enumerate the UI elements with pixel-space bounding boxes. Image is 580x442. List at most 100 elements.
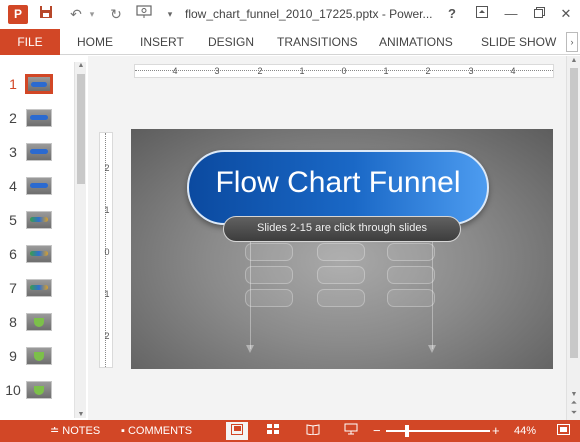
thumbnail-image[interactable]	[26, 211, 52, 229]
ruler-label: 2	[257, 66, 263, 76]
editor-scrollbar[interactable]: ▲ ▼ ⏶ ⏷	[566, 56, 580, 420]
ruler-label: 1	[383, 66, 389, 76]
thumbnail-image[interactable]	[25, 74, 53, 94]
zoom-slider-handle[interactable]	[405, 425, 409, 437]
next-slide-icon[interactable]: ⏷	[567, 408, 580, 418]
minimize-icon[interactable]: —	[500, 4, 522, 24]
diagram-shape[interactable]	[317, 289, 365, 307]
help-icon[interactable]: ?	[441, 4, 463, 24]
zoom-level[interactable]: 44%	[514, 420, 536, 442]
tab-slide-show[interactable]: SLIDE SHOW	[481, 29, 556, 55]
ruler-label: 0	[104, 247, 110, 257]
ribbon-display-icon[interactable]	[471, 4, 493, 24]
close-icon[interactable]: ✕	[555, 4, 577, 24]
slideshow-icon[interactable]	[340, 422, 362, 440]
ruler-label: 1	[104, 289, 110, 299]
diagram-shape[interactable]	[387, 243, 435, 261]
ruler-label: 4	[510, 66, 516, 76]
powerpoint-window: P ↶ ▾ ↻ ▾ flow_chart_funnel_2010_17225.p…	[0, 0, 580, 442]
thumbnail-slide-4[interactable]: 4	[0, 172, 72, 202]
fit-slide-icon[interactable]	[552, 422, 574, 440]
thumbnail-slide-6[interactable]: 6	[0, 240, 72, 270]
notes-icon: ≐	[50, 425, 60, 437]
zoom-slider[interactable]	[386, 430, 490, 432]
scrollbar-thumb[interactable]	[570, 68, 578, 358]
thumbnail-slide-10[interactable]: 10	[0, 376, 72, 406]
thumbnail-slide-2[interactable]: 2	[0, 104, 72, 134]
ruler-label: 2	[425, 66, 431, 76]
window-title: flow_chart_funnel_2010_17225.pptx - Powe…	[185, 7, 433, 21]
diagram-shape[interactable]	[245, 243, 293, 261]
tab-file[interactable]: FILE	[0, 29, 60, 55]
redo-icon[interactable]: ↻	[106, 5, 126, 24]
slide-subtitle[interactable]: Slides 2-15 are click through slides	[224, 222, 460, 234]
slide-canvas[interactable]: Flow Chart Funnel Slides 2-15 are click …	[131, 129, 553, 369]
undo-dropdown-icon[interactable]: ▾	[82, 5, 102, 24]
thumbnail-slide-8[interactable]: 8	[0, 308, 72, 338]
diagram-shape[interactable]	[317, 243, 365, 261]
diagram-shape[interactable]	[317, 266, 365, 284]
normal-view-button[interactable]	[226, 422, 248, 440]
scroll-down-icon[interactable]: ▼	[567, 391, 580, 398]
title-placeholder[interactable]: Flow Chart Funnel	[187, 150, 489, 225]
diagram-shape[interactable]	[387, 266, 435, 284]
ruler-label: 2	[104, 163, 110, 173]
subtitle-placeholder[interactable]: Slides 2-15 are click through slides	[223, 216, 461, 242]
notes-button[interactable]: ≐ NOTES	[50, 420, 100, 442]
restore-icon[interactable]	[528, 4, 550, 24]
thumbnail-image[interactable]	[26, 109, 52, 127]
thumbnail-image[interactable]	[26, 381, 52, 399]
ruler-label: 1	[104, 205, 110, 215]
arrow-down-icon	[428, 345, 436, 353]
slide-sorter-icon[interactable]	[262, 422, 284, 440]
thumbnail-image[interactable]	[26, 245, 52, 263]
diagram-shape[interactable]	[245, 289, 293, 307]
thumbnail-number: 9	[9, 348, 17, 364]
thumbnail-slide-5[interactable]: 5	[0, 206, 72, 236]
tab-design[interactable]: DESIGN	[208, 29, 254, 55]
tab-insert[interactable]: INSERT	[140, 29, 184, 55]
thumbnail-number: 7	[9, 280, 17, 296]
thumbnail-number: 6	[9, 246, 17, 262]
scroll-up-icon[interactable]: ▲	[567, 57, 580, 64]
zoom-out-button[interactable]: −	[373, 420, 381, 442]
zoom-in-button[interactable]: +	[492, 420, 500, 442]
powerpoint-icon[interactable]: P	[8, 5, 28, 24]
tab-animations[interactable]: ANIMATIONS	[379, 29, 453, 55]
thumbnail-slide-9[interactable]: 9	[0, 342, 72, 372]
thumbnail-image[interactable]	[26, 177, 52, 195]
tab-home[interactable]: HOME	[77, 29, 113, 55]
thumbnail-number: 5	[9, 212, 17, 228]
diagram-shape[interactable]	[245, 266, 293, 284]
thumbnail-image[interactable]	[26, 143, 52, 161]
status-bar: ≐ NOTES ▪ COMMENTS − + 44%	[0, 420, 580, 442]
thumbnail-number: 2	[9, 110, 17, 126]
thumbnail-number: 1	[9, 76, 17, 92]
thumbnail-image[interactable]	[26, 313, 52, 331]
ruler-label: 2	[104, 331, 110, 341]
thumbnail-image[interactable]	[26, 347, 52, 365]
ribbon-tabs: FILE HOME INSERT DESIGN TRANSITIONS ANIM…	[0, 29, 580, 55]
title-bar: P ↶ ▾ ↻ ▾ flow_chart_funnel_2010_17225.p…	[0, 0, 580, 29]
ruler-label: 3	[214, 66, 220, 76]
reading-view-icon[interactable]	[302, 422, 324, 440]
save-icon[interactable]	[36, 5, 56, 24]
scrollbar-thumb[interactable]	[77, 74, 85, 184]
presenter-icon[interactable]	[134, 5, 154, 24]
ruler-label: 0	[341, 66, 347, 76]
scroll-down-icon[interactable]: ▼	[75, 411, 87, 418]
slide-title[interactable]: Flow Chart Funnel	[189, 166, 487, 200]
thumbnail-scrollbar[interactable]: ▲ ▼	[74, 62, 86, 418]
scroll-up-icon[interactable]: ▲	[75, 62, 87, 69]
thumbnail-slide-1[interactable]: 1	[0, 70, 72, 100]
thumbnail-image[interactable]	[26, 279, 52, 297]
ribbon-expand-icon[interactable]: ›	[566, 32, 578, 52]
thumbnail-number: 10	[5, 382, 21, 398]
diagram-shape[interactable]	[387, 289, 435, 307]
previous-slide-icon[interactable]: ⏶	[567, 398, 580, 408]
thumbnail-slide-3[interactable]: 3	[0, 138, 72, 168]
comments-button[interactable]: ▪ COMMENTS	[121, 420, 192, 442]
thumbnail-slide-7[interactable]: 7	[0, 274, 72, 304]
tab-transitions[interactable]: TRANSITIONS	[277, 29, 358, 55]
customize-icon[interactable]: ▾	[160, 5, 180, 24]
